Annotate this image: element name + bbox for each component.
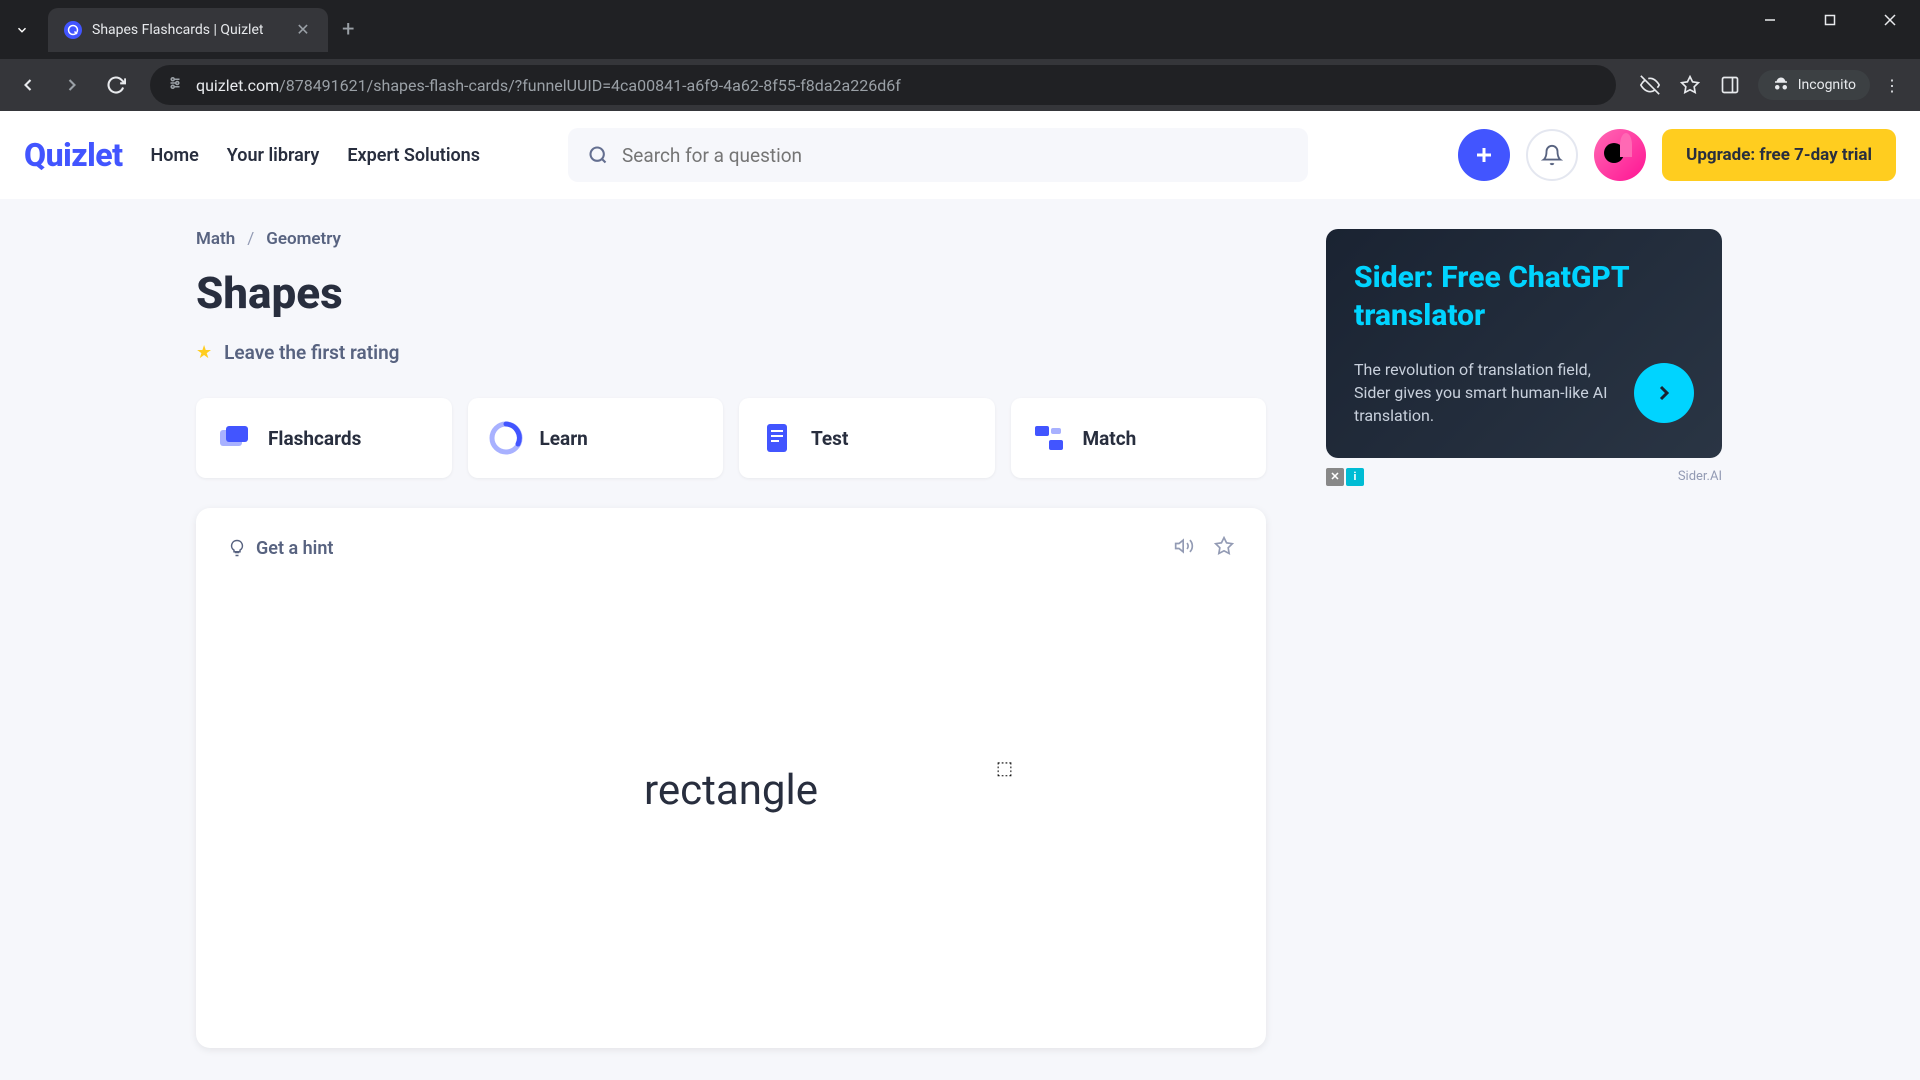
hint-button[interactable]: Get a hint (228, 538, 333, 559)
flashcard-term: rectangle (228, 560, 1234, 1020)
back-button[interactable] (10, 67, 46, 103)
tab-strip: Shapes Flashcards | Quizlet ✕ + (0, 0, 1920, 59)
ad-close-icon[interactable]: ✕ (1326, 468, 1344, 486)
tab-search-dropdown[interactable] (0, 8, 44, 52)
ad-attribution: Sider.AI (1678, 469, 1722, 484)
mode-match[interactable]: Match (1011, 398, 1267, 478)
page-title: Shapes (196, 267, 1266, 319)
breadcrumb: Math / Geometry (196, 229, 1266, 249)
flashcards-icon (216, 420, 252, 456)
study-modes: Flashcards Learn Test Match (196, 398, 1266, 478)
lightbulb-icon (228, 539, 246, 557)
quizlet-favicon-icon (64, 21, 82, 39)
mode-label: Flashcards (268, 427, 361, 450)
mode-learn[interactable]: Learn (468, 398, 724, 478)
ad-info-icon[interactable]: i (1346, 468, 1364, 486)
new-tab-button[interactable]: + (328, 17, 368, 42)
create-button[interactable] (1458, 129, 1510, 181)
maximize-button[interactable] (1800, 0, 1860, 40)
breadcrumb-math[interactable]: Math (196, 229, 235, 249)
minimize-button[interactable] (1740, 0, 1800, 40)
search-bar[interactable] (568, 128, 1308, 182)
search-input[interactable] (622, 144, 1288, 167)
app-header: Quizlet Home Your library Expert Solutio… (0, 111, 1920, 199)
url-text: quizlet.com/878491621/shapes-flash-cards… (196, 76, 901, 95)
test-icon (759, 420, 795, 456)
upgrade-button[interactable]: Upgrade: free 7-day trial (1662, 129, 1896, 181)
nav-home[interactable]: Home (151, 145, 199, 166)
mode-label: Match (1083, 427, 1137, 450)
main-column: Math / Geometry Shapes ★ Leave the first… (196, 229, 1266, 1048)
browser-tab[interactable]: Shapes Flashcards | Quizlet ✕ (48, 8, 328, 52)
flashcard-toolbar: Get a hint (228, 536, 1234, 560)
sidebar-column: Sider: Free ChatGPT translator The revol… (1326, 229, 1722, 1048)
site-settings-icon[interactable] (166, 74, 184, 96)
browser-menu-icon[interactable]: ⋮ (1874, 76, 1910, 95)
ad-cta-button[interactable] (1634, 363, 1694, 423)
breadcrumb-geometry[interactable]: Geometry (266, 229, 341, 249)
ad-body-text: The revolution of translation field, Sid… (1354, 358, 1614, 428)
learn-icon (488, 420, 524, 456)
reload-button[interactable] (98, 67, 134, 103)
audio-button[interactable] (1174, 536, 1194, 560)
star-button[interactable] (1214, 536, 1234, 560)
ad-title: Sider: Free ChatGPT translator (1354, 259, 1694, 334)
incognito-label: Incognito (1798, 77, 1856, 93)
window-controls (1740, 0, 1920, 40)
breadcrumb-separator: / (247, 229, 254, 249)
bookmark-icon[interactable] (1672, 67, 1708, 103)
address-bar[interactable]: quizlet.com/878491621/shapes-flash-cards… (150, 65, 1616, 105)
mode-label: Test (811, 427, 848, 450)
tracking-icon[interactable] (1632, 67, 1668, 103)
browser-toolbar: quizlet.com/878491621/shapes-flash-cards… (0, 59, 1920, 111)
nav-library[interactable]: Your library (227, 145, 320, 166)
hint-label: Get a hint (256, 538, 333, 559)
tab-close-icon[interactable]: ✕ (294, 20, 312, 39)
extensions-icon[interactable] (1712, 67, 1748, 103)
rating-row[interactable]: ★ Leave the first rating (196, 341, 1266, 364)
tab-title: Shapes Flashcards | Quizlet (92, 22, 284, 38)
incognito-badge[interactable]: Incognito (1758, 70, 1870, 100)
mode-test[interactable]: Test (739, 398, 995, 478)
content-area: Math / Geometry Shapes ★ Leave the first… (0, 199, 1920, 1048)
search-icon (588, 145, 608, 165)
mode-label: Learn (540, 427, 588, 450)
avatar[interactable] (1594, 129, 1646, 181)
star-icon: ★ (196, 342, 212, 363)
flashcard[interactable]: Get a hint rectangle ⬚ (196, 508, 1266, 1048)
browser-chrome: Shapes Flashcards | Quizlet ✕ + (0, 0, 1920, 59)
incognito-icon (1772, 76, 1790, 94)
forward-button[interactable] (54, 67, 90, 103)
close-window-button[interactable] (1860, 0, 1920, 40)
cursor-icon: ⬚ (996, 758, 1013, 779)
notifications-button[interactable] (1526, 129, 1578, 181)
nav-expert-solutions[interactable]: Expert Solutions (347, 145, 480, 166)
ad-card[interactable]: Sider: Free ChatGPT translator The revol… (1326, 229, 1722, 458)
rating-text: Leave the first rating (224, 341, 399, 364)
ad-meta: ✕ i Sider.AI (1326, 468, 1722, 486)
mode-flashcards[interactable]: Flashcards (196, 398, 452, 478)
quizlet-logo[interactable]: Quizlet (24, 136, 123, 174)
match-icon (1031, 420, 1067, 456)
